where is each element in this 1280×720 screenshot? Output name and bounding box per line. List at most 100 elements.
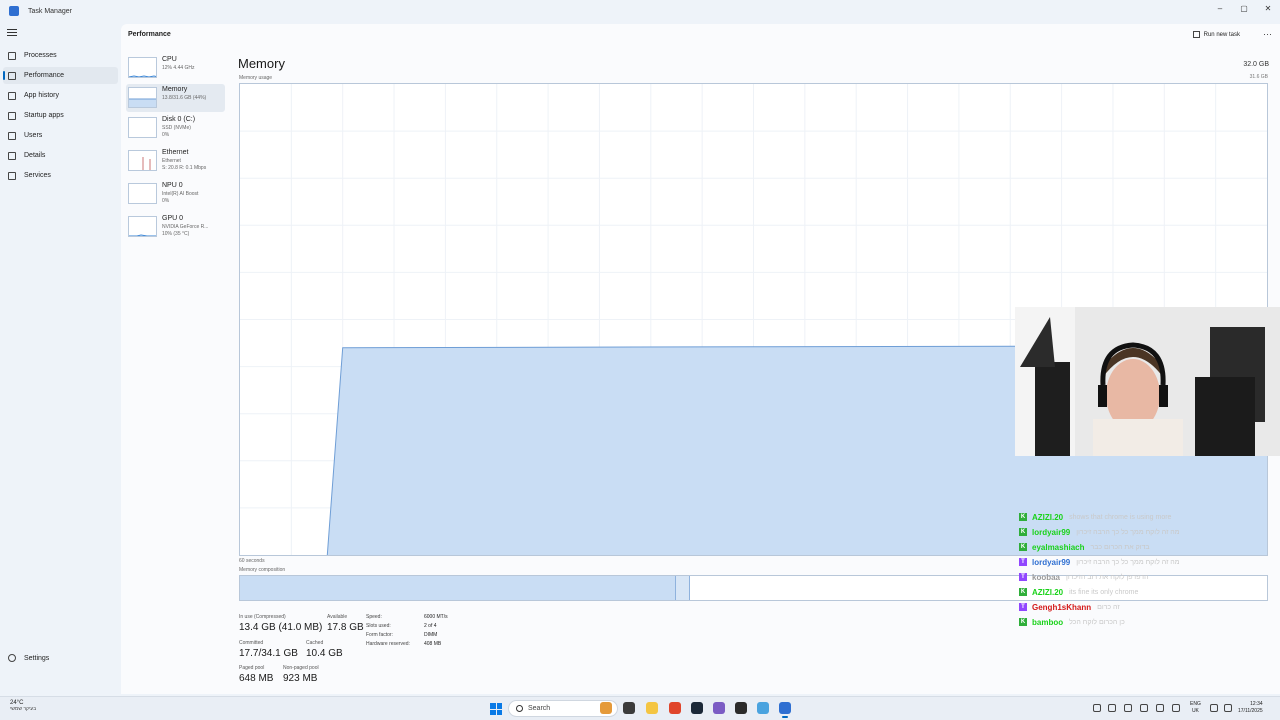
start-button[interactable] [490,703,502,715]
main-header: Performance Run new task ··· [121,24,1280,46]
maximize-button[interactable]: ▢ [1232,0,1256,16]
stat-label: Cached [306,640,324,646]
sidebar-item-services[interactable]: Services [3,167,118,184]
chat-text: shows that chrome is using more [1069,513,1172,521]
app-icon[interactable] [757,702,769,714]
stat-label: Non-paged pool [283,665,319,671]
device-detail: 10% (35 °C) [162,231,190,237]
run-new-task-label: Run new task [1203,31,1240,38]
sidebar-item-app-history[interactable]: App history [3,87,118,104]
clock[interactable]: 12:34 17/11/2025 [1238,701,1263,715]
stat-cached: Cached 10.4 GB [306,640,343,659]
discord-icon[interactable] [713,702,725,714]
performance-icon [8,71,16,80]
chat-message: K AZIZI.20 its fine its only chrome [1019,586,1138,598]
device-memory[interactable]: Memory 13.8/31.6 GB (44%) [126,84,225,112]
language-indicator[interactable]: ENG UK [1190,701,1201,715]
webcam-overlay [1015,307,1280,456]
gpu-thumbnail [128,216,157,237]
microphone-icon[interactable] [1172,704,1180,712]
more-options-button[interactable]: ··· [1263,29,1272,39]
device-cpu[interactable]: CPU 12% 4.44 GHz [126,54,225,82]
steam-icon[interactable] [691,702,703,714]
stat-committed: Committed 17.7/34.1 GB [239,640,298,659]
chat-username: lordyair99 [1032,557,1071,567]
sidebar-item-label: App history [24,92,60,99]
device-name: Ethernet [162,149,189,156]
twitch-icon: T [1019,603,1027,611]
spec-value: DIMM [424,632,438,638]
run-new-task-button[interactable]: Run new task [1192,31,1240,38]
title-bar: Task Manager – ▢ ✕ [0,0,1280,22]
task-manager-icon [9,6,19,16]
kick-icon: K [1019,528,1027,536]
search-icon [516,705,523,712]
spec-label: Hardware reserved: [366,641,410,647]
settings-button[interactable]: Settings [3,654,49,662]
sidebar-item-details[interactable]: Details [3,147,118,164]
clock-time: 12:34 [1250,701,1263,707]
task-view-icon[interactable] [623,702,635,714]
close-button[interactable]: ✕ [1256,0,1280,16]
chat-username: AZIZI.20 [1032,587,1064,597]
taskbar-widget-icon[interactable] [600,702,612,714]
menu-icon[interactable] [7,29,17,37]
device-detail: 12% 4.44 GHz [162,65,195,71]
clock-date: 17/11/2025 [1238,708,1263,714]
cpu-thumbnail [128,57,157,78]
device-detail: 13.8/31.6 GB (44%) [162,95,207,101]
device-detail: S: 20.8 R: 0.1 Mbps [162,165,207,171]
memory-title: Memory [238,56,285,71]
keyboard-layout: UK [1191,708,1199,714]
sidebar-item-performance[interactable]: Performance [3,67,118,84]
device-npu[interactable]: NPU 0 Intel(R) AI Boost 0% [126,180,225,208]
chat-text: בדוק את הכרום כבר [1090,543,1150,551]
tray-app-icon[interactable] [1156,704,1164,712]
spec-label: Slots used: [366,623,391,629]
spec-value: 2 of 4 [424,623,437,629]
tray-app-icon[interactable] [1140,704,1148,712]
chat-username: eyalmashiach [1032,542,1085,552]
file-explorer-icon[interactable] [646,702,658,714]
brave-browser-icon[interactable] [669,702,681,714]
device-gpu[interactable]: GPU 0 NVIDIA GeForce R... 10% (35 °C) [126,213,225,241]
tray-app-icon[interactable] [1108,704,1116,712]
task-manager-taskbar-icon[interactable] [779,702,791,718]
device-detail: SSD (NVMe) [162,125,191,131]
network-icon[interactable] [1210,704,1218,712]
kick-icon: K [1019,543,1027,551]
chat-message: T koobaa הדפדפן לוקח את רוב הזיכרון [1019,571,1149,583]
stat-in-use: In use (Compressed) 13.4 GB (41.0 MB) [239,614,322,633]
stat-label: Committed [239,640,264,646]
stat-value: 923 MB [283,673,318,684]
history-icon [8,91,16,100]
stream-chat-overlay: K AZIZI.20 shows that chrome is using mo… [1015,478,1280,628]
stat-label: Paged pool [239,665,265,671]
sidebar-item-processes[interactable]: Processes [3,47,118,64]
sidebar-item-label: Processes [24,52,57,59]
device-detail: Intel(R) AI Boost [162,191,199,197]
kick-icon: K [1019,588,1027,596]
sidebar-item-startup-apps[interactable]: Startup apps [3,107,118,124]
webcam-feed [1015,307,1280,456]
device-detail: Ethernet [162,158,181,164]
chat-text: מה זה לוקח ממך כל כך הרבה זיכרון [1076,558,1180,566]
graph-time-label: 60 seconds [239,558,265,564]
spec-label: Form factor: [366,632,393,638]
obs-icon[interactable] [735,702,747,714]
chevron-up-icon[interactable] [1093,704,1101,712]
tray-app-icon[interactable] [1124,704,1132,712]
composition-in-use [240,576,677,600]
minimize-button[interactable]: – [1208,0,1232,16]
device-ethernet[interactable]: Ethernet Ethernet S: 20.8 R: 0.1 Mbps [126,147,225,175]
settings-label: Settings [24,654,50,662]
ethernet-thumbnail [128,150,157,171]
chat-message: K eyalmashiach בדוק את הכרום כבר [1019,541,1150,553]
stat-value: 17.7/34.1 GB [239,648,298,659]
weather-widget[interactable]: 24°C בעיקר שמשי [10,700,36,712]
sidebar-item-users[interactable]: Users [3,127,118,144]
memory-total: 32.0 GB [1243,61,1269,68]
volume-icon[interactable] [1224,704,1232,712]
sidebar-item-label: Users [24,132,43,139]
device-disk[interactable]: Disk 0 (C:) SSD (NVMe) 0% [126,114,225,142]
